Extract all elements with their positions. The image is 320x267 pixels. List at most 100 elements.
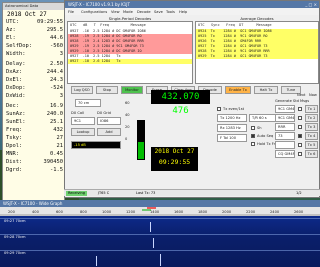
hold-tx-freq-checkbox[interactable] [251,142,255,146]
monitor-button[interactable]: Monitor [121,86,143,94]
tick-label: 2600 [294,210,304,214]
db-display: -15 dB [71,141,121,149]
tick-label: 1800 [198,210,208,214]
astro-row-delay: Delay: 2.50 [6,61,63,67]
tx-even-checkbox[interactable] [217,107,221,111]
dx-call-label: DX Call [71,111,85,115]
waterfall-signal-trace [96,256,97,266]
astro-title: Astronomical Data [3,3,64,10]
sh-checkbox[interactable] [251,126,255,130]
tick-label: 2200 [246,210,256,214]
menu-tools[interactable]: Tools [166,10,175,14]
signal-meter-fill [138,142,144,159]
tx5-message[interactable] [275,141,295,149]
waterfall-display[interactable]: 09:27 70cm 09:28 70cm 09:29 70cm [0,216,320,267]
tick-label: 1400 [150,210,160,214]
tick-label: 800 [80,210,87,214]
tx3-button[interactable]: Tx 3 [305,123,318,131]
tx1-message[interactable]: 9C1 GM4FOR IO86 [275,105,295,113]
status-bar: Receiving JT65 C Last Tx: 73 1/2 [64,189,320,196]
next-tx3-radio[interactable] [298,125,302,129]
tick-label: 400 [32,210,39,214]
astro-row-freq: Freq: 432 [6,127,63,133]
astro-row-sunaz: SunAz: 240.0 [6,111,63,117]
add-button[interactable]: Add [97,128,121,136]
decode-header: UTC dB T Freq Message [70,23,146,27]
log-qso-button[interactable]: Log QSO [71,86,93,94]
astro-panel[interactable]: Astronomical Data 2018 Oct 27 UTC: 09:29:… [2,2,65,220]
decode-line[interactable]: 0927 -10 2.6 1284 Tx [68,59,192,64]
db-scale-60: 60 [125,101,130,105]
rx-hz-field[interactable]: Rx 1283 Hz [217,124,247,132]
tr-period-field[interactable]: T/R 60 s [249,114,277,122]
astro-row-dist: Dist: 390450 [6,159,63,165]
single-period-decodes[interactable]: UTC dB T Freq Message 0927 -16 2.5 1284 … [67,21,193,84]
menu-file[interactable]: File [68,10,74,14]
status-last-tx: Last Tx: 73 [136,191,156,195]
db-scale-40: 40 [125,113,130,117]
next-tx6-radio[interactable] [298,152,302,156]
tx5-button[interactable]: Tx 5 [305,141,318,149]
astro-row-dec: Dec: 16.9 [6,103,63,109]
tick-label: 1000 [102,210,112,214]
waterfall-timestamp: 09:29 70cm [4,251,26,255]
status-progress: 1/2 [296,191,302,195]
menu-configurations[interactable]: Configurations [81,10,107,14]
waterfall-timestamp: 09:28 70cm [4,235,26,239]
astro-row-dxdop: DxDop: -524 [6,85,63,91]
f-tol-field[interactable]: F Tol 100 [217,134,247,142]
next-tx4-radio[interactable] [298,134,302,138]
dx-call-field[interactable]: 9C1 [71,117,95,125]
tx4-message[interactable]: 73 [275,132,295,140]
astro-row-selfdop: SelfDop: -560 [6,43,63,49]
astro-row-az: Az: 295.5 [6,27,63,33]
menu-bar: File Configurations View Mode Decode Sav… [65,8,319,15]
window-buttons[interactable]: _ □ × [305,2,317,7]
astro-row-sunel: SunEl: 25.1 [6,119,63,125]
tx3-message[interactable]: RRR [275,123,295,131]
tx2-message[interactable]: 9C1 GM4FOR RO [275,114,295,122]
menu-mode[interactable]: Mode [123,10,133,14]
tx4-button[interactable]: Tx 4 [305,132,318,140]
waterfall-signal-trace [150,222,151,232]
average-line[interactable]: 0929 Tx 1284 # GC1 GM4FOR 73 [196,54,318,59]
tx2-button[interactable]: Tx 2 [305,114,318,122]
auto-seq-checkbox[interactable] [251,134,255,138]
enable-tx-button[interactable]: Enable Tx [225,86,251,94]
tick-label: 2400 [270,210,280,214]
waterfall-separator [0,218,320,219]
next-tx5-radio[interactable] [298,143,302,147]
generate-std-msgs-label: Generate Std Msgs [275,99,310,103]
stop-button[interactable]: Stop [96,86,118,94]
next-label: Next [297,93,306,97]
tick-label: 1200 [126,210,136,214]
lookup-button[interactable]: Lookup [71,128,95,136]
halt-tx-button[interactable]: Halt Tx [254,86,278,94]
status-mode: JT65 C [96,191,112,196]
tx-even-label: Tx even/1st [223,107,245,111]
menu-save[interactable]: Save [154,10,163,14]
waterfall-separator [0,234,320,235]
band-select[interactable]: 70 cm [75,99,101,107]
average-decodes[interactable]: UTC Sync Freq DT Message 0924 Tx 1284 # … [195,21,319,84]
average-header: UTC Sync Freq DT Message [198,23,272,27]
next-tx1-radio[interactable] [298,107,302,111]
astro-row-tsky: Tsky: 27 [6,135,63,141]
menu-view[interactable]: View [111,10,120,14]
tx6-button[interactable]: Tx 6 [305,150,318,158]
waterfall-separator [0,250,320,251]
tx1-button[interactable]: Tx 1 [305,105,318,113]
date-time-display: 2018 Oct 27 09:29:55 [151,147,198,171]
dx-grid-field[interactable]: IO86 [97,117,121,125]
astro-row-dxaz: DxAz: 244.4 [6,69,63,75]
wide-graph-title: WSJT-X - IC7100 - Wide Graph [0,200,320,207]
menu-decode[interactable]: Decode [137,10,151,14]
date-display-time: 09:29:55 [158,158,191,166]
astro-row-el: El: 44.6 [6,35,63,41]
now-label: Now [309,93,317,97]
tx6-message[interactable]: CQ GM4FOR IO86 [275,150,295,158]
tick-label: 200 [8,210,15,214]
menu-help[interactable]: Help [179,10,187,14]
next-tx2-radio[interactable] [298,116,302,120]
tx-hz-field[interactable]: Tx 1200 Hz [217,114,247,122]
